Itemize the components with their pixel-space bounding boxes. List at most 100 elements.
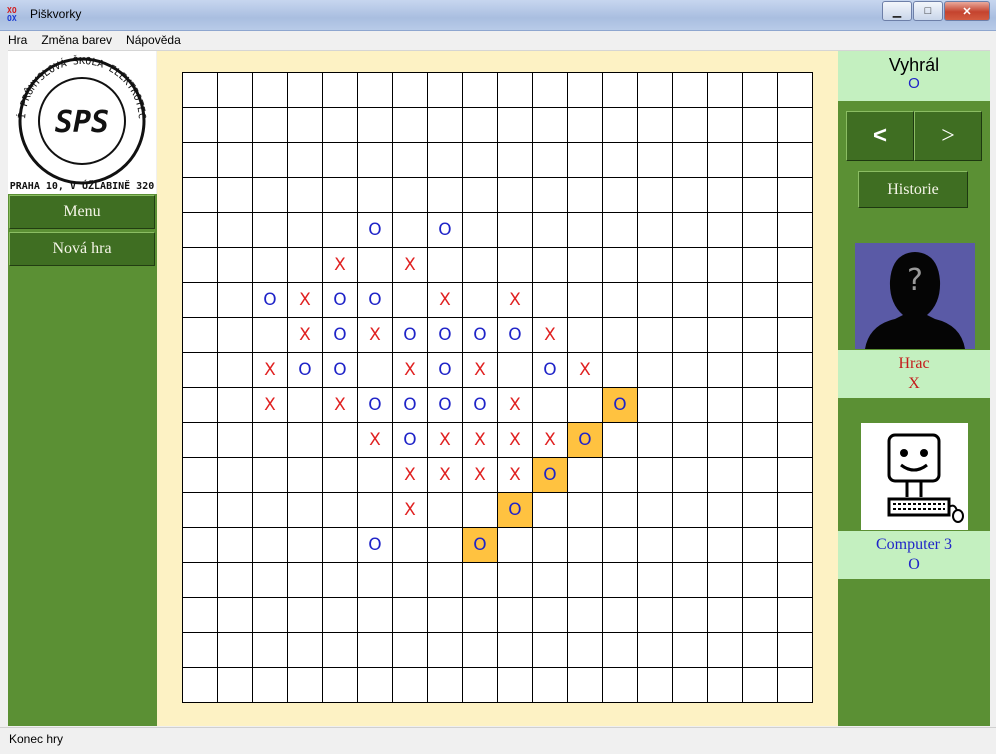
board-cell[interactable] [638, 633, 672, 667]
board-cell[interactable] [568, 73, 602, 107]
board-cell[interactable] [778, 493, 812, 527]
board-cell[interactable] [673, 423, 707, 457]
board-cell[interactable] [218, 73, 252, 107]
board-cell[interactable] [778, 108, 812, 142]
board-cell[interactable] [428, 598, 462, 632]
board-cell[interactable] [638, 493, 672, 527]
board-cell[interactable] [218, 388, 252, 422]
board-cell[interactable] [463, 213, 497, 247]
board-cell[interactable] [778, 528, 812, 562]
board-cell[interactable] [288, 668, 322, 702]
board-cell[interactable] [603, 353, 637, 387]
board-cell[interactable]: O [323, 353, 357, 387]
board-cell[interactable] [568, 528, 602, 562]
board-cell[interactable] [638, 73, 672, 107]
board-cell[interactable] [638, 213, 672, 247]
board-cell[interactable] [393, 213, 427, 247]
board-cell[interactable]: X [393, 458, 427, 492]
board-cell[interactable] [183, 248, 217, 282]
board-cell[interactable] [358, 598, 392, 632]
board-cell[interactable] [358, 73, 392, 107]
board-cell[interactable] [218, 108, 252, 142]
board-cell[interactable] [288, 213, 322, 247]
board-cell[interactable] [673, 143, 707, 177]
board-cell[interactable] [603, 598, 637, 632]
board-cell[interactable] [533, 388, 567, 422]
board-cell[interactable] [183, 283, 217, 317]
board-cell[interactable]: O [253, 283, 287, 317]
board-cell[interactable]: X [428, 283, 462, 317]
board-cell[interactable] [778, 178, 812, 212]
board-cell[interactable] [463, 283, 497, 317]
board-cell[interactable] [568, 248, 602, 282]
board-cell[interactable] [498, 73, 532, 107]
board-cell[interactable] [498, 178, 532, 212]
board-cell[interactable] [533, 178, 567, 212]
board-cell[interactable] [253, 213, 287, 247]
winning-cell[interactable]: O [533, 458, 567, 492]
board-cell[interactable] [183, 633, 217, 667]
board-cell[interactable] [568, 668, 602, 702]
board-cell[interactable] [288, 388, 322, 422]
board-cell[interactable] [183, 493, 217, 527]
winning-cell[interactable]: O [603, 388, 637, 422]
board-cell[interactable] [393, 563, 427, 597]
board-cell[interactable]: X [428, 458, 462, 492]
board-cell[interactable] [533, 633, 567, 667]
board-cell[interactable]: X [323, 248, 357, 282]
board-cell[interactable] [743, 458, 777, 492]
board-cell[interactable]: O [323, 283, 357, 317]
board-cell[interactable] [708, 493, 742, 527]
board-cell[interactable] [253, 178, 287, 212]
board-cell[interactable] [673, 388, 707, 422]
board-cell[interactable] [428, 248, 462, 282]
board-cell[interactable] [218, 283, 252, 317]
winning-cell[interactable]: O [463, 528, 497, 562]
board-cell[interactable] [568, 458, 602, 492]
board-cell[interactable] [253, 668, 287, 702]
board-cell[interactable] [498, 668, 532, 702]
board-cell[interactable] [428, 108, 462, 142]
board-cell[interactable] [708, 388, 742, 422]
board-cell[interactable]: X [498, 283, 532, 317]
game-board[interactable]: OOXXOXOOXXXOXOOOOXXOOXOXOXXXOOOOXOXOXXXX… [182, 72, 813, 703]
board-cell[interactable] [288, 458, 322, 492]
board-cell[interactable] [253, 143, 287, 177]
board-cell[interactable] [638, 423, 672, 457]
board-cell[interactable] [428, 493, 462, 527]
board-cell[interactable] [603, 493, 637, 527]
board-cell[interactable] [743, 668, 777, 702]
board-cell[interactable] [603, 563, 637, 597]
board-cell[interactable] [288, 143, 322, 177]
board-cell[interactable] [638, 353, 672, 387]
board-cell[interactable] [778, 353, 812, 387]
board-cell[interactable] [218, 633, 252, 667]
board-cell[interactable] [323, 213, 357, 247]
board-cell[interactable] [778, 248, 812, 282]
board-cell[interactable] [778, 458, 812, 492]
board-cell[interactable] [288, 248, 322, 282]
board-cell[interactable] [183, 108, 217, 142]
board-cell[interactable] [183, 668, 217, 702]
board-cell[interactable] [393, 598, 427, 632]
board-cell[interactable]: X [533, 423, 567, 457]
board-cell[interactable]: O [533, 353, 567, 387]
winning-cell[interactable]: O [498, 493, 532, 527]
board-cell[interactable] [603, 143, 637, 177]
board-cell[interactable]: X [498, 423, 532, 457]
board-cell[interactable] [498, 633, 532, 667]
board-cell[interactable] [498, 143, 532, 177]
board-cell[interactable] [743, 108, 777, 142]
board-cell[interactable] [603, 178, 637, 212]
board-cell[interactable] [428, 528, 462, 562]
board-cell[interactable] [358, 563, 392, 597]
board-cell[interactable] [498, 528, 532, 562]
board-cell[interactable] [323, 668, 357, 702]
board-cell[interactable] [288, 108, 322, 142]
board-cell[interactable] [743, 388, 777, 422]
board-cell[interactable] [603, 668, 637, 702]
board-cell[interactable]: X [393, 353, 427, 387]
board-cell[interactable] [568, 633, 602, 667]
board-cell[interactable] [638, 563, 672, 597]
board-cell[interactable] [638, 598, 672, 632]
